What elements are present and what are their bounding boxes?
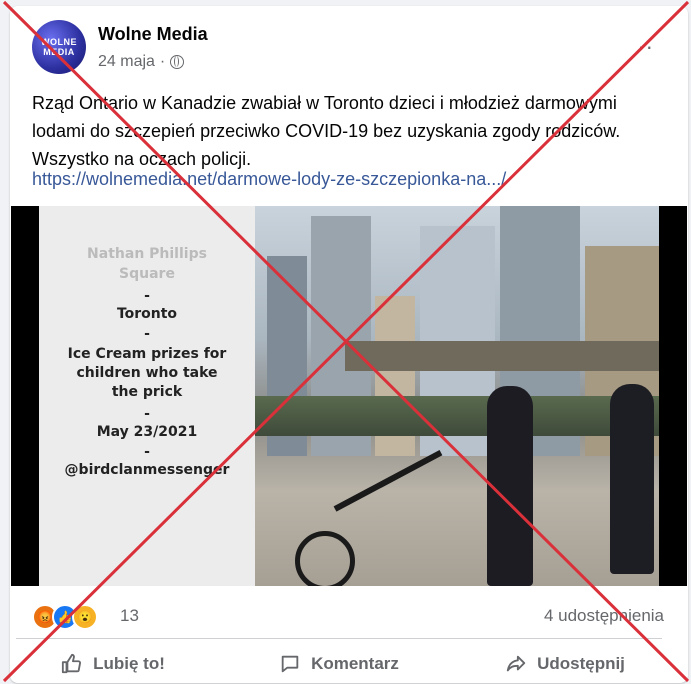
police-officer bbox=[610, 384, 654, 574]
comment-label: Komentarz bbox=[311, 654, 399, 673]
comment-icon bbox=[281, 655, 299, 673]
post-image[interactable]: Nathan Phillips Square - Toronto - Ice C… bbox=[11, 206, 687, 586]
bicycle-wheel bbox=[295, 531, 355, 586]
panel-line: - bbox=[144, 444, 150, 460]
post-text: Rząd Ontario w Kanadzie zwabiał w Toront… bbox=[32, 93, 621, 169]
canopy bbox=[345, 341, 659, 371]
share-button[interactable]: Udostępnij bbox=[452, 644, 678, 684]
page-name[interactable]: Wolne Media bbox=[98, 24, 208, 45]
bicycle-frame bbox=[333, 450, 443, 512]
reaction-icons[interactable]: 😡 👍 😮 bbox=[32, 604, 98, 630]
panel-line: - bbox=[144, 326, 150, 342]
reaction-count[interactable]: 13 bbox=[120, 606, 139, 626]
panel-line: May 23/2021 bbox=[96, 424, 198, 440]
avatar-logo-text: WOLNE MEDIA bbox=[41, 37, 77, 57]
meta-separator: · bbox=[159, 53, 166, 70]
photo-scene bbox=[255, 206, 659, 586]
post-link[interactable]: https://wolnemedia.net/darmowe-lody-ze-s… bbox=[32, 169, 506, 190]
action-bar: Lubię to! Komentarz Udostępnij bbox=[0, 644, 678, 684]
like-button[interactable]: Lubię to! bbox=[0, 644, 226, 684]
panel-line: Ice Cream prizes for bbox=[67, 346, 227, 362]
image-text-panel: Nathan Phillips Square - Toronto - Ice C… bbox=[39, 206, 255, 586]
post-card: WOLNE MEDIA Wolne Media 24 maja · ·· Rzą… bbox=[10, 6, 688, 683]
video-frame: Nathan Phillips Square - Toronto - Ice C… bbox=[39, 206, 659, 586]
panel-line: @birdclanmessenger bbox=[64, 462, 230, 478]
panel-line: Toronto bbox=[116, 306, 178, 322]
share-label: Udostępnij bbox=[537, 654, 625, 673]
post-date[interactable]: 24 maja bbox=[98, 53, 155, 71]
globe-icon bbox=[170, 55, 185, 69]
post-meta: 24 maja · bbox=[98, 53, 185, 71]
thumbs-up-icon bbox=[62, 653, 82, 674]
panel-line: Square bbox=[119, 266, 175, 282]
wow-icon: 😮 bbox=[72, 604, 98, 630]
panel-line: Nathan Phillips bbox=[87, 246, 207, 262]
panel-line: - bbox=[144, 406, 150, 422]
panel-line: - bbox=[144, 288, 150, 304]
police-officer bbox=[487, 386, 533, 586]
share-icon bbox=[506, 655, 526, 672]
page-avatar[interactable]: WOLNE MEDIA bbox=[32, 20, 86, 74]
action-divider bbox=[16, 638, 662, 639]
like-label: Lubię to! bbox=[93, 654, 165, 673]
panel-line: children who take bbox=[76, 365, 218, 381]
more-options-button[interactable]: ·· bbox=[637, 34, 654, 60]
post-stats: 😡 👍 😮 13 4 udostępnienia bbox=[10, 596, 688, 636]
share-count[interactable]: 4 udostępnienia bbox=[544, 606, 664, 626]
crowd bbox=[255, 396, 659, 436]
comment-button[interactable]: Komentarz bbox=[226, 644, 452, 684]
panel-line: the prick bbox=[111, 384, 183, 400]
